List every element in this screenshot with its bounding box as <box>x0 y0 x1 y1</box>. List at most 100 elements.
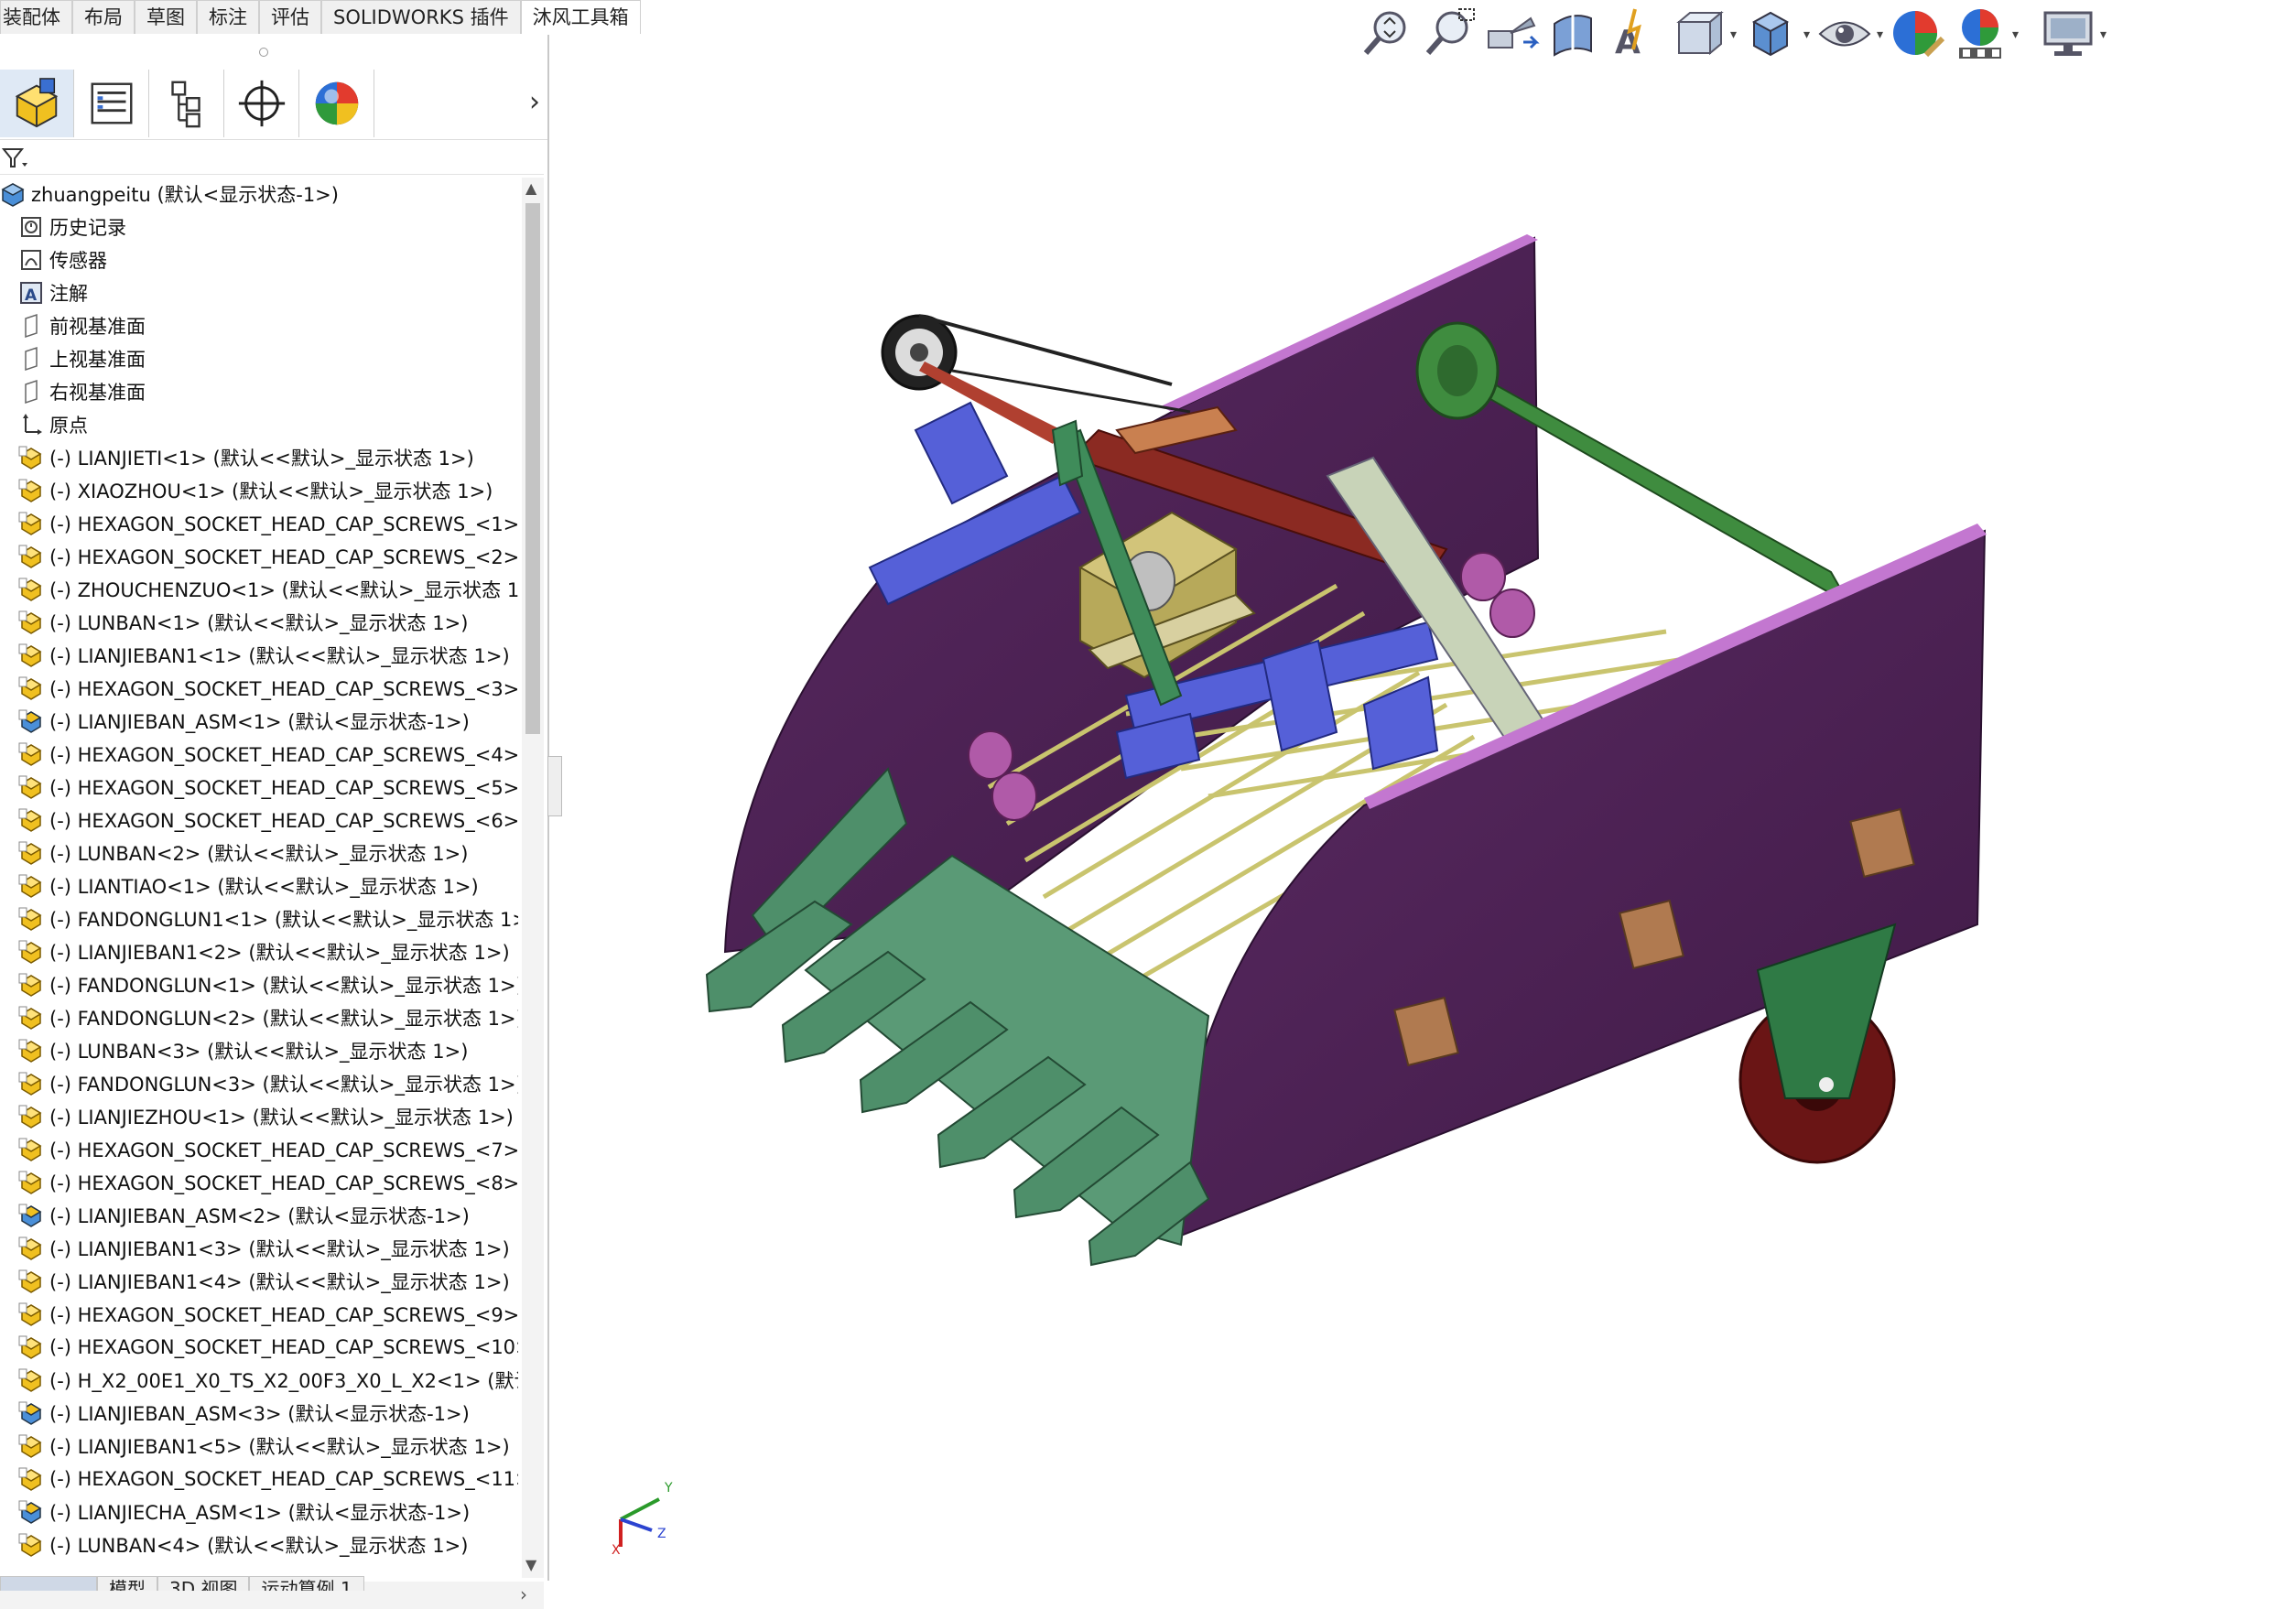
scrollbar-thumb[interactable] <box>525 203 540 734</box>
panel-expand-chevron-icon[interactable]: › <box>529 86 540 118</box>
scroll-up-arrow-icon[interactable]: ▲ <box>525 179 536 197</box>
tree-item-label: (-) HEXAGON_SOCKET_HEAD_CAP_SCREWS_<2> (… <box>49 546 518 568</box>
tree-item[interactable]: (-) HEXAGON_SOCKET_HEAD_CAP_SCREWS_<11> … <box>0 1463 518 1496</box>
tree-item[interactable]: (-) LIANJIEBAN1<4> (默认<<默认>_显示状态 1>) <box>0 1265 518 1298</box>
tree-item[interactable]: (-) LIANJIEZHOU<1> (默认<<默认>_显示状态 1>) <box>0 1100 518 1133</box>
tree-item[interactable]: (-) FANDONGLUN<2> (默认<<默认>_显示状态 1>) <box>0 1001 518 1034</box>
tree-item[interactable]: 前视基准面 <box>0 309 518 342</box>
tree-item[interactable]: (-) FANDONGLUN<1> (默认<<默认>_显示状态 1>) <box>0 968 518 1001</box>
tree-item-label: 上视基准面 <box>49 349 146 371</box>
featuremanager-icon <box>15 78 59 128</box>
part-icon <box>18 1071 44 1096</box>
tree-item[interactable]: (-) LIANJIEBAN_ASM<1> (默认<显示状态-1>) <box>0 705 518 738</box>
plane-icon <box>18 346 44 372</box>
tree-item[interactable]: (-) ZHOUCHENZUO<1> (默认<<默认>_显示状态 1>) <box>0 573 518 606</box>
tree-item-label: (-) LUNBAN<3> (默认<<默认>_显示状态 1>) <box>49 1041 469 1063</box>
tree-item-label: (-) LIANJIEBAN1<2> (默认<<默认>_显示状态 1>) <box>49 942 510 964</box>
tab-assembly[interactable]: 装配体 <box>0 0 72 34</box>
tree-item[interactable]: (-) LIANJIECHA_ASM<1> (默认<显示状态-1>) <box>0 1496 518 1528</box>
display-manager-icon <box>315 81 359 125</box>
tree-item[interactable]: (-) HEXAGON_SOCKET_HEAD_CAP_SCREWS_<1> (… <box>0 507 518 540</box>
tree-item[interactable]: (-) HEXAGON_SOCKET_HEAD_CAP_SCREWS_<9> (… <box>0 1298 518 1331</box>
display-manager-tab[interactable] <box>300 70 374 137</box>
tree-item[interactable]: (-) LIANJIEBAN1<2> (默认<<默认>_显示状态 1>) <box>0 935 518 968</box>
tree-item-label: 右视基准面 <box>49 382 146 404</box>
part-icon <box>18 906 44 932</box>
part-icon <box>18 873 44 899</box>
tab-markup[interactable]: 标注 <box>197 0 259 34</box>
tree-item-label: 注解 <box>49 283 88 305</box>
tree-item-label: (-) FANDONGLUN1<1> (默认<<默认>_显示状态 1>) <box>49 909 518 931</box>
featuremanager-tab[interactable] <box>0 70 74 137</box>
tree-item[interactable]: (-) LIANJIETI<1> (默认<<默认>_显示状态 1>) <box>0 441 518 474</box>
tree-item[interactable]: 右视基准面 <box>0 375 518 408</box>
tree-root-assembly[interactable]: zhuangpeitu (默认<显示状态-1>) <box>0 178 518 211</box>
tree-item[interactable]: 上视基准面 <box>0 342 518 375</box>
tree-item-label: zhuangpeitu (默认<显示状态-1>) <box>31 184 339 206</box>
part-icon <box>18 840 44 866</box>
dimxpert-tab[interactable] <box>225 70 299 137</box>
tree-item-label: (-) LIANJIEBAN1<5> (默认<<默认>_显示状态 1>) <box>49 1436 510 1458</box>
tree-item[interactable]: (-) FANDONGLUN<3> (默认<<默认>_显示状态 1>) <box>0 1067 518 1100</box>
tab-3d-views[interactable]: 3D 视图 <box>157 1576 250 1591</box>
tree-item[interactable]: (-) HEXAGON_SOCKET_HEAD_CAP_SCREWS_<10> … <box>0 1331 518 1364</box>
tree-item[interactable]: (-) HEXAGON_SOCKET_HEAD_CAP_SCREWS_<5> (… <box>0 771 518 804</box>
tree-item[interactable]: (-) HEXAGON_SOCKET_HEAD_CAP_SCREWS_<2> (… <box>0 540 518 573</box>
tab-mufeng-toolbox[interactable]: 沐风工具箱 <box>520 0 641 34</box>
tree-item[interactable]: (-) LUNBAN<1> (默认<<默认>_显示状态 1>) <box>0 606 518 639</box>
part-icon <box>18 1104 44 1129</box>
part-icon <box>18 675 44 701</box>
tree-item[interactable]: (-) LUNBAN<2> (默认<<默认>_显示状态 1>) <box>0 837 518 869</box>
panel-grip-icon[interactable] <box>259 48 268 57</box>
tree-item[interactable]: (-) HEXAGON_SOCKET_HEAD_CAP_SCREWS_<4> (… <box>0 738 518 771</box>
tree-item-label: (-) LIANJIEBAN_ASM<2> (默认<显示状态-1>) <box>49 1205 470 1227</box>
tree-item[interactable]: (-) LIANJIEBAN1<5> (默认<<默认>_显示状态 1>) <box>0 1430 518 1463</box>
tree-item[interactable]: (-) H_X2_00E1_X0_TS_X2_00F3_X0_L_X2<1> (… <box>0 1364 518 1397</box>
dimxpert-icon <box>238 80 286 127</box>
tab-solidworks-addins[interactable]: SOLIDWORKS 插件 <box>321 0 521 34</box>
tree-item[interactable]: (-) XIAOZHOU<1> (默认<<默认>_显示状态 1>) <box>0 474 518 507</box>
tree-item[interactable]: (-) LIANTIAO<1> (默认<<默认>_显示状态 1>) <box>0 869 518 902</box>
filter-icon[interactable] <box>2 146 29 170</box>
plane-icon <box>18 313 44 339</box>
assembly-icon <box>18 1400 44 1426</box>
tree-item-label: (-) ZHOUCHENZUO<1> (默认<<默认>_显示状态 1>) <box>49 579 518 601</box>
tree-item[interactable]: (-) LUNBAN<4> (默认<<默认>_显示状态 1>) <box>0 1528 518 1561</box>
tab-layout[interactable]: 布局 <box>72 0 135 34</box>
scroll-right-arrow-icon[interactable]: › <box>520 1583 527 1605</box>
tree-vertical-scrollbar[interactable]: ▲ ▼ <box>522 178 544 1578</box>
tree-item[interactable]: (-) HEXAGON_SOCKET_HEAD_CAP_SCREWS_<8> (… <box>0 1166 518 1199</box>
assembly-icon <box>18 1499 44 1525</box>
tree-item-label: (-) HEXAGON_SOCKET_HEAD_CAP_SCREWS_<1> (… <box>49 513 518 535</box>
propertymanager-tab[interactable] <box>75 70 149 137</box>
tree-item[interactable]: (-) LUNBAN<3> (默认<<默认>_显示状态 1>) <box>0 1034 518 1067</box>
tab-evaluate[interactable]: 评估 <box>259 0 321 34</box>
tree-item[interactable]: 原点 <box>0 408 518 441</box>
tab-bottom-nav[interactable] <box>0 1576 97 1591</box>
tree-item-label: 传感器 <box>49 250 107 272</box>
tree-item[interactable]: (-) LIANJIEBAN_ASM<2> (默认<显示状态-1>) <box>0 1199 518 1232</box>
tree-item[interactable]: (-) HEXAGON_SOCKET_HEAD_CAP_SCREWS_<3> (… <box>0 672 518 705</box>
tree-item[interactable]: (-) LIANJIEBAN_ASM<3> (默认<显示状态-1>) <box>0 1397 518 1430</box>
tree-item[interactable]: (-) FANDONGLUN1<1> (默认<<默认>_显示状态 1>) <box>0 902 518 935</box>
tree-item[interactable]: (-) LIANJIEBAN1<1> (默认<<默认>_显示状态 1>) <box>0 639 518 672</box>
configurationmanager-tab[interactable] <box>150 70 224 137</box>
triad-y-label: Y <box>664 1481 673 1496</box>
tab-motion-study[interactable]: 运动算例 1 <box>249 1576 364 1591</box>
tree-item[interactable]: 历史记录 <box>0 211 518 243</box>
potato-digger-assembly-model <box>705 234 1987 1267</box>
tree-item[interactable]: (-) LIANJIEBAN1<3> (默认<<默认>_显示状态 1>) <box>0 1232 518 1265</box>
part-icon <box>18 807 44 833</box>
tab-sketch[interactable]: 草图 <box>135 0 197 34</box>
tree-item[interactable]: A 注解 <box>0 276 518 309</box>
graphics-area[interactable]: Y X Z <box>560 35 2296 1582</box>
tree-item-label: (-) LIANJIEZHOU<1> (默认<<默认>_显示状态 1>) <box>49 1107 514 1128</box>
tree-item[interactable]: (-) HEXAGON_SOCKET_HEAD_CAP_SCREWS_<7> (… <box>0 1133 518 1166</box>
tree-item[interactable]: 传感器 <box>0 243 518 276</box>
tree-item-label: (-) LIANJIETI<1> (默认<<默认>_显示状态 1>) <box>49 448 474 470</box>
tree-item[interactable]: (-) HEXAGON_SOCKET_HEAD_CAP_SCREWS_<6> (… <box>0 804 518 837</box>
scroll-down-arrow-icon[interactable]: ▼ <box>525 1556 536 1573</box>
part-icon <box>18 939 44 965</box>
tab-model[interactable]: 模型 <box>97 1576 157 1591</box>
tree-item-label: (-) HEXAGON_SOCKET_HEAD_CAP_SCREWS_<8> (… <box>49 1172 518 1194</box>
